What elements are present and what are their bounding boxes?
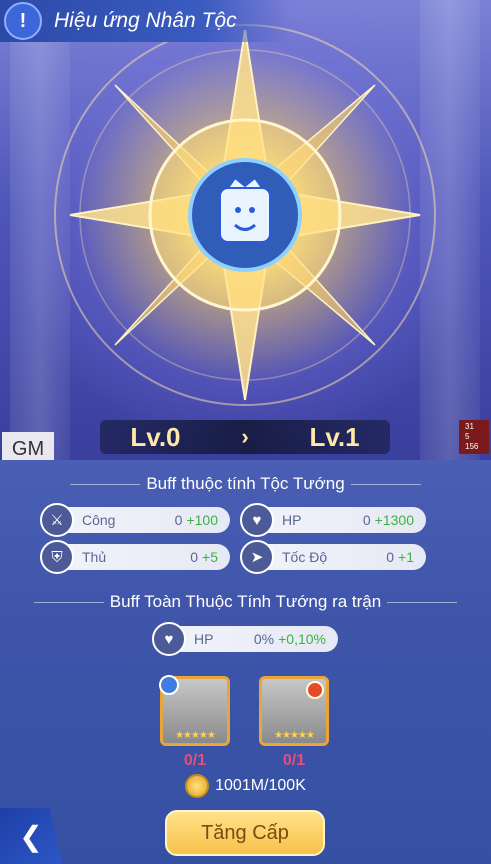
heart-icon: ♥ [152,622,186,656]
section-title: Buff thuộc tính Tộc Tướng [0,474,491,494]
stat-add: +100 [186,512,218,528]
next-level: Lv.1 [309,421,360,452]
stat-label: HP [282,512,302,528]
stat-global-hp: ♥ HP 0% +0,10% [152,622,338,656]
stat-base: 0 [174,512,183,528]
stat-base: 0 [362,512,371,528]
back-arrow-icon: ❮ [19,820,43,852]
debug-counter: 31 5 156 [459,420,489,454]
stat-label: Công [82,512,116,528]
stat-add: +1300 [374,512,414,528]
stat-hp: ♥ HP 0 +1300 [240,503,426,537]
upgrade-button[interactable]: Tăng Cấp [165,810,325,856]
level-indicator: Lv.0 › Lv.1 [100,420,390,454]
section-title: Buff Toàn Thuộc Tính Tướng ra trận [0,592,491,612]
debug-count: 5 [465,432,470,441]
sword-icon: ⚔ [40,503,74,537]
stat-attack: ⚔ Công 0 +100 [40,503,230,537]
stat-label: HP [194,631,214,647]
stat-base: 0 [386,549,395,565]
page-title: Hiệu ứng Nhân Tộc [54,9,237,32]
section1-title: Buff thuộc tính Tộc Tướng [146,474,345,493]
current-level: Lv.0 [130,421,181,452]
cost-value: 1001M/100K [215,777,306,794]
arrow-right-icon: › [241,424,249,449]
stat-speed: ➤ Tốc Độ 0 +1 [240,540,426,574]
lion-crest-icon [219,187,271,243]
stat-label: Tốc Độ [282,549,328,565]
stat-label: Thủ [82,549,107,565]
boot-icon: ➤ [240,540,274,574]
element-badge-icon [306,681,324,699]
class-badge-icon [159,675,179,695]
stat-add: +1 [398,549,414,565]
placeholder-card[interactable]: ★★★★★ [259,676,329,746]
stat-add: +0,10% [278,631,326,647]
debug-count: 156 [465,442,479,451]
section2-title: Buff Toàn Thuộc Tính Tướng ra trận [109,592,382,611]
background-art [0,0,491,460]
coin-icon [185,774,210,798]
header-bar: ! Hiệu ứng Nhân Tộc [0,0,290,42]
card-count: 0/1 [183,752,207,769]
upgrade-cost: 1001M/100K [0,774,491,798]
shield-icon: ⛨ [40,540,74,574]
card-count: 0/1 [282,752,306,769]
heart-icon: ♥ [240,503,274,537]
hero-card[interactable]: ★★★★★ [159,675,230,746]
stat-base: 0 [190,549,199,565]
stat-base: 0% [253,631,275,647]
race-emblem [54,24,436,406]
star-rating: ★★★★★ [175,730,216,741]
stat-add: +5 [202,549,218,565]
stat-defense: ⛨ Thủ 0 +5 [40,540,230,574]
exclamation-icon[interactable]: ! [4,2,42,40]
star-rating: ★★★★★ [274,730,315,741]
debug-count: 31 [465,422,474,431]
